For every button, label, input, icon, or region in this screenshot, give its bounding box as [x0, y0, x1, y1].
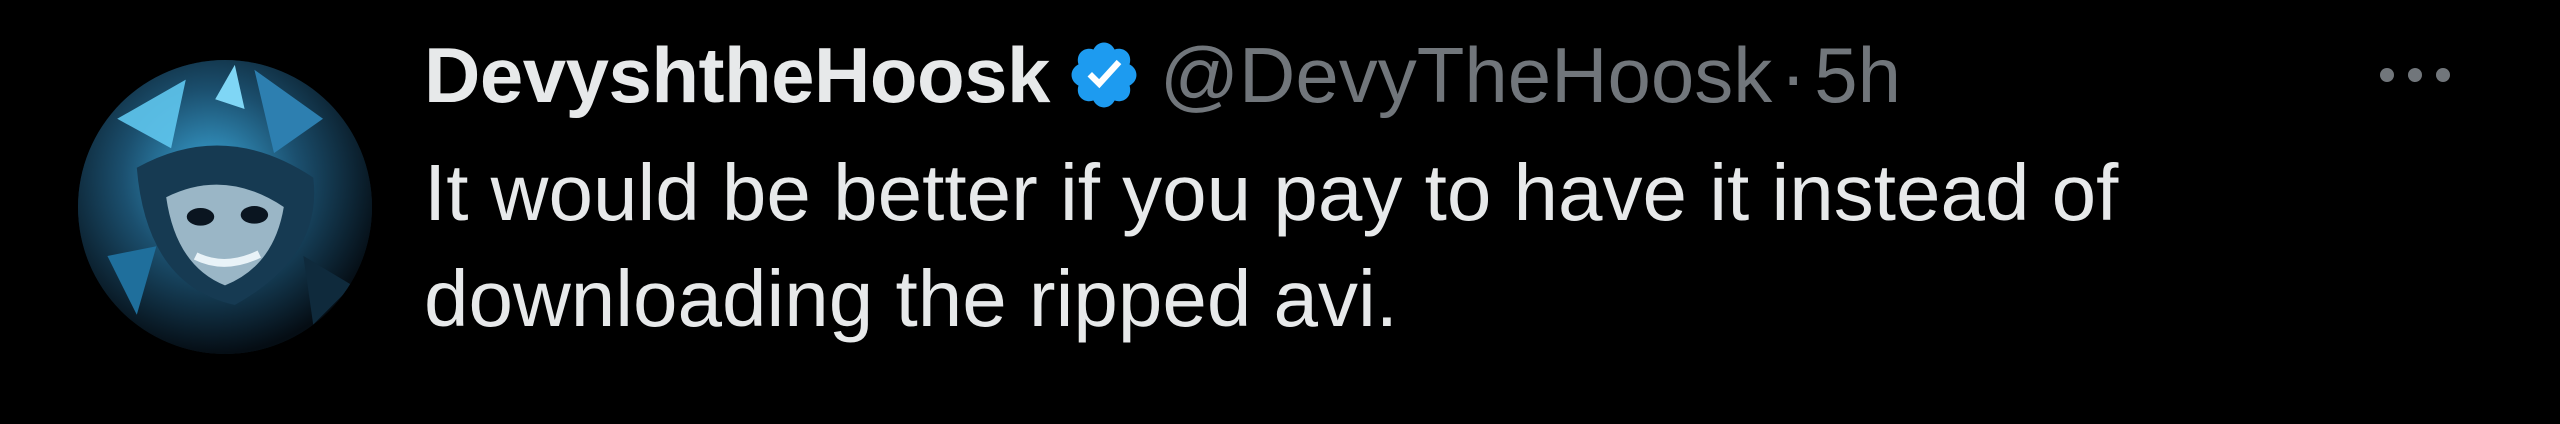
display-name[interactable]: DevyshtheHoosk: [424, 30, 1050, 121]
more-options-button[interactable]: [2360, 40, 2470, 110]
avatar[interactable]: [78, 60, 372, 354]
ellipsis-icon: [2380, 68, 2450, 82]
timestamp[interactable]: 5h: [1814, 30, 1901, 121]
tweet[interactable]: DevyshtheHoosk @DevyTheHoosk · 5h It wou…: [0, 0, 2560, 424]
verified-badge-icon: [1066, 37, 1142, 113]
separator-dot: ·: [1780, 30, 1807, 119]
tweet-header: DevyshtheHoosk @DevyTheHoosk · 5h: [424, 20, 1901, 130]
tweet-text: It would be better if you pay to have it…: [424, 148, 2119, 343]
avatar-image: [78, 60, 372, 354]
username-handle[interactable]: @DevyTheHoosk: [1160, 30, 1772, 121]
